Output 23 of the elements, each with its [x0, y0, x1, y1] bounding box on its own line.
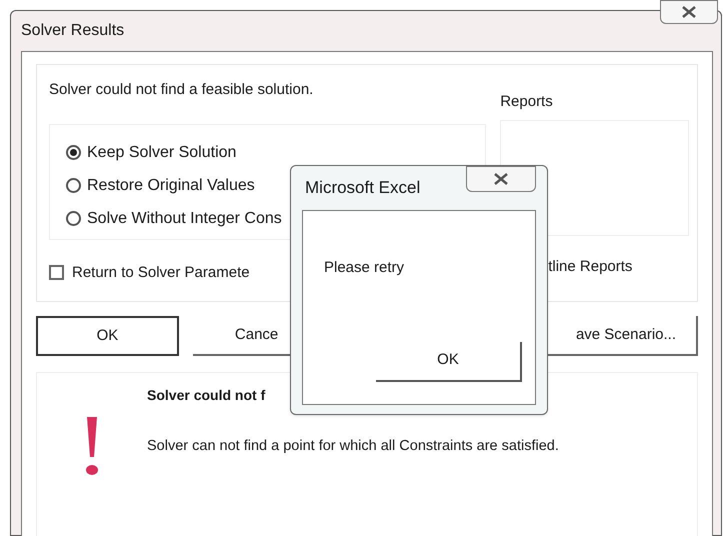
alert-title: Microsoft Excel — [305, 177, 420, 200]
radio-button[interactable] — [66, 178, 81, 193]
reports-label: Reports — [500, 92, 554, 112]
ok-button[interactable]: OK — [376, 342, 522, 382]
radio-label[interactable]: Keep Solver Solution — [87, 140, 236, 164]
details-text: Solver can not find a point for which all Constraints are satisfied. — [147, 437, 559, 456]
close-icon — [494, 173, 508, 185]
result-message: Solver could not find a feasible solution. — [49, 80, 314, 100]
details-title: Solver could not f — [147, 386, 266, 405]
window-title: Solver Results — [21, 21, 124, 41]
alert-close-button[interactable] — [466, 166, 536, 192]
radio-label[interactable]: Restore Original Values — [87, 174, 255, 198]
radio-button[interactable] — [66, 145, 81, 160]
close-icon — [682, 6, 696, 18]
checkbox[interactable] — [49, 265, 64, 280]
alert-message: Please retry — [324, 258, 406, 278]
outline-reports-label[interactable]: tline Reports — [548, 258, 632, 274]
radio-label[interactable]: Solve Without Integer Cons — [87, 206, 282, 230]
dialog-button[interactable]: OK — [36, 316, 179, 356]
radio-button[interactable] — [66, 211, 81, 226]
close-button[interactable] — [660, 0, 718, 24]
exclamation-icon — [84, 415, 100, 477]
checkbox-label[interactable]: Return to Solver Paramete — [72, 262, 250, 284]
